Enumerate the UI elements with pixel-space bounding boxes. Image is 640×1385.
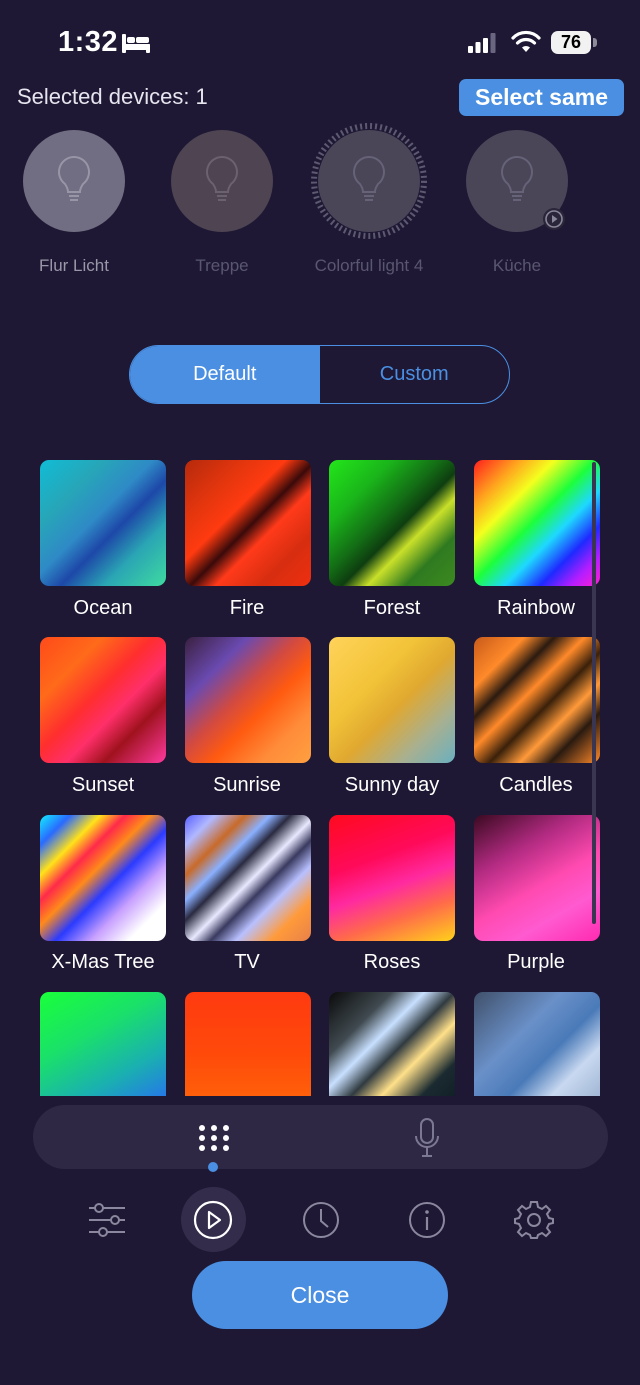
battery-level: 76 bbox=[551, 31, 591, 54]
effect-tile-16[interactable] bbox=[474, 992, 600, 1096]
page-indicator-dot bbox=[208, 1162, 218, 1172]
effect-tile-x-mas-tree[interactable] bbox=[40, 815, 166, 941]
microphone-icon[interactable] bbox=[413, 1118, 441, 1158]
effect-tile-sunny-day[interactable] bbox=[329, 637, 455, 763]
select-same-button[interactable]: Select same bbox=[459, 79, 624, 116]
sliders-icon[interactable] bbox=[87, 1200, 127, 1240]
wifi-icon bbox=[511, 30, 541, 52]
effect-label-x-mas-tree: X-Mas Tree bbox=[51, 951, 155, 973]
device-label-flur-licht: Flur Licht bbox=[39, 256, 109, 275]
effect-tile-roses[interactable] bbox=[329, 815, 455, 941]
battery-indicator: 76 bbox=[551, 31, 597, 54]
device-label-kueche: Küche bbox=[492, 256, 542, 275]
device-label-treppe: Treppe bbox=[195, 256, 249, 275]
effect-tile-forest[interactable] bbox=[329, 460, 455, 586]
play-badge-icon bbox=[543, 208, 565, 230]
tab-default[interactable]: Default bbox=[130, 346, 320, 403]
loading-ring-icon bbox=[311, 123, 427, 239]
effect-tile-purple[interactable] bbox=[474, 815, 600, 941]
effect-label-ocean: Ocean bbox=[73, 597, 133, 619]
play-icon[interactable] bbox=[193, 1200, 233, 1240]
device-treppe[interactable] bbox=[171, 130, 273, 232]
bulb-icon bbox=[58, 155, 90, 201]
bulb-icon bbox=[501, 155, 533, 201]
bulb-icon bbox=[206, 155, 238, 201]
device-label-colorful-light-4: Colorful light 4 bbox=[314, 256, 424, 275]
effect-label-fire: Fire bbox=[229, 597, 265, 619]
effect-label-purple: Purple bbox=[507, 951, 565, 973]
effect-tile-sunrise[interactable] bbox=[185, 637, 311, 763]
effect-tile-15[interactable] bbox=[329, 992, 455, 1096]
effect-tile-rainbow[interactable] bbox=[474, 460, 600, 586]
effects-grid: Ocean Fire Forest Rainbow Sunset Sunrise… bbox=[0, 440, 640, 1096]
effect-type-segment: Default Custom bbox=[129, 345, 510, 404]
clock-icon[interactable] bbox=[301, 1200, 341, 1240]
close-button[interactable]: Close bbox=[192, 1261, 448, 1329]
selected-devices-label: Selected devices: 1 bbox=[17, 84, 208, 109]
status-time: 1:32 bbox=[58, 26, 119, 58]
input-mode-dock bbox=[33, 1105, 608, 1169]
effect-label-forest: Forest bbox=[363, 597, 421, 619]
effect-tile-13[interactable] bbox=[40, 992, 166, 1096]
effect-tile-fire[interactable] bbox=[185, 460, 311, 586]
effect-label-sunrise: Sunrise bbox=[213, 774, 281, 796]
grid-dots-icon[interactable] bbox=[198, 1124, 230, 1152]
effect-label-sunny-day: Sunny day bbox=[344, 774, 440, 796]
effect-tile-sunset[interactable] bbox=[40, 637, 166, 763]
cellular-signal-icon bbox=[468, 33, 496, 53]
battery-cap bbox=[593, 38, 597, 47]
bed-icon bbox=[122, 34, 150, 53]
effect-tile-14[interactable] bbox=[185, 992, 311, 1096]
info-icon[interactable] bbox=[407, 1200, 447, 1240]
effect-label-roses: Roses bbox=[363, 951, 421, 973]
effect-tile-ocean[interactable] bbox=[40, 460, 166, 586]
effect-tile-tv[interactable] bbox=[185, 815, 311, 941]
tab-custom[interactable]: Custom bbox=[320, 346, 510, 403]
effect-tile-candles[interactable] bbox=[474, 637, 600, 763]
effect-label-tv: TV bbox=[234, 951, 260, 973]
grid-scrollbar[interactable] bbox=[592, 462, 596, 924]
device-flur-licht[interactable] bbox=[23, 130, 125, 232]
gear-icon[interactable] bbox=[514, 1200, 554, 1240]
effect-label-sunset: Sunset bbox=[71, 774, 135, 796]
